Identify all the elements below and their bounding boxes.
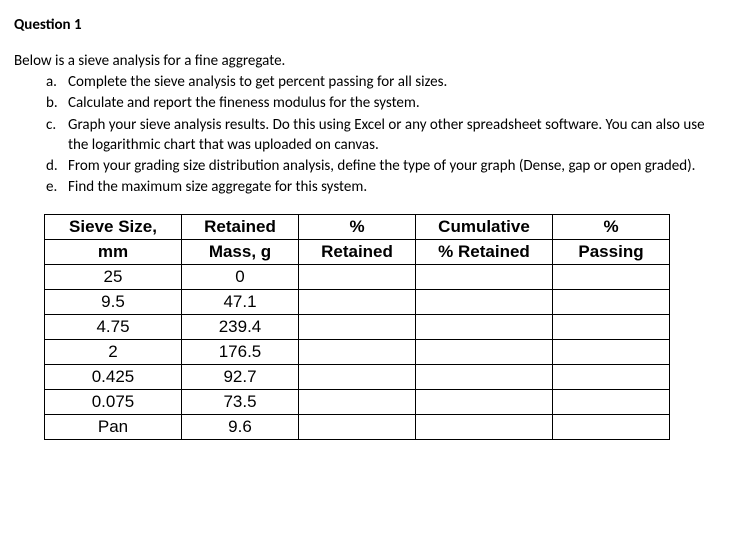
- item-text: Graph your sieve analysis results. Do th…: [68, 116, 705, 154]
- cell-pret: [299, 265, 416, 290]
- cell-mass: 47.1: [182, 290, 299, 315]
- item-a: a. Complete the sieve analysis to get pe…: [46, 72, 718, 92]
- cell-cum: [416, 390, 553, 415]
- item-text: Calculate and report the fineness modulu…: [68, 94, 420, 112]
- cell-size: 9.5: [45, 290, 182, 315]
- cell-pass: [553, 290, 670, 315]
- cell-pass: [553, 390, 670, 415]
- cell-pass: [553, 415, 670, 440]
- table-row: 0.075 73.5: [45, 390, 670, 415]
- cell-pass: [553, 265, 670, 290]
- table-row: 2 176.5: [45, 340, 670, 365]
- item-b: b. Calculate and report the fineness mod…: [46, 93, 718, 113]
- item-marker: a.: [46, 72, 57, 92]
- item-text: From your grading size distribution anal…: [68, 157, 695, 175]
- item-marker: d.: [46, 156, 58, 176]
- header-pass2: Passing: [553, 239, 670, 264]
- cell-size: Pan: [45, 415, 182, 440]
- sieve-table: Sieve Size, Retained % Cumulative % mm M…: [44, 214, 670, 441]
- cell-pret: [299, 315, 416, 340]
- item-c: c. Graph your sieve analysis results. Do…: [46, 115, 718, 156]
- item-marker: e.: [46, 177, 57, 197]
- item-text: Complete the sieve analysis to get perce…: [68, 73, 447, 91]
- cell-pret: [299, 290, 416, 315]
- cell-cum: [416, 315, 553, 340]
- table-row: 0.425 92.7: [45, 365, 670, 390]
- item-text: Find the maximum size aggregate for this…: [68, 178, 367, 196]
- subquestion-list: a. Complete the sieve analysis to get pe…: [14, 72, 718, 198]
- header-cum2: % Retained: [416, 239, 553, 264]
- cell-mass: 176.5: [182, 340, 299, 365]
- table-row: 9.5 47.1: [45, 290, 670, 315]
- header-size2: mm: [45, 239, 182, 264]
- cell-mass: 9.6: [182, 415, 299, 440]
- header-pct2: Retained: [299, 239, 416, 264]
- table-row: 4.75 239.4: [45, 315, 670, 340]
- header-size1: Sieve Size,: [45, 214, 182, 239]
- cell-cum: [416, 290, 553, 315]
- cell-cum: [416, 340, 553, 365]
- header-pct1: %: [299, 214, 416, 239]
- cell-pret: [299, 365, 416, 390]
- cell-pret: [299, 340, 416, 365]
- item-marker: c.: [46, 115, 56, 135]
- cell-size: 0.075: [45, 390, 182, 415]
- item-marker: b.: [46, 93, 58, 113]
- table-row: Pan 9.6: [45, 415, 670, 440]
- intro-text: Below is a sieve analysis for a fine agg…: [14, 52, 718, 70]
- cell-pass: [553, 365, 670, 390]
- item-e: e. Find the maximum size aggregate for t…: [46, 177, 718, 197]
- cell-size: 0.425: [45, 365, 182, 390]
- cell-size: 2: [45, 340, 182, 365]
- cell-cum: [416, 265, 553, 290]
- header-pass1: %: [553, 214, 670, 239]
- header-mass2: Mass, g: [182, 239, 299, 264]
- cell-cum: [416, 415, 553, 440]
- cell-pass: [553, 340, 670, 365]
- cell-mass: 73.5: [182, 390, 299, 415]
- cell-pret: [299, 415, 416, 440]
- cell-mass: 92.7: [182, 365, 299, 390]
- table-header-row2: mm Mass, g Retained % Retained Passing: [45, 239, 670, 264]
- cell-mass: 239.4: [182, 315, 299, 340]
- cell-pret: [299, 390, 416, 415]
- header-cum1: Cumulative: [416, 214, 553, 239]
- cell-pass: [553, 315, 670, 340]
- cell-size: 4.75: [45, 315, 182, 340]
- question-title: Question 1: [14, 16, 718, 34]
- cell-cum: [416, 365, 553, 390]
- cell-mass: 0: [182, 265, 299, 290]
- header-mass1: Retained: [182, 214, 299, 239]
- table-header-row1: Sieve Size, Retained % Cumulative %: [45, 214, 670, 239]
- item-d: d. From your grading size distribution a…: [46, 156, 718, 176]
- cell-size: 25: [45, 265, 182, 290]
- table-row: 25 0: [45, 265, 670, 290]
